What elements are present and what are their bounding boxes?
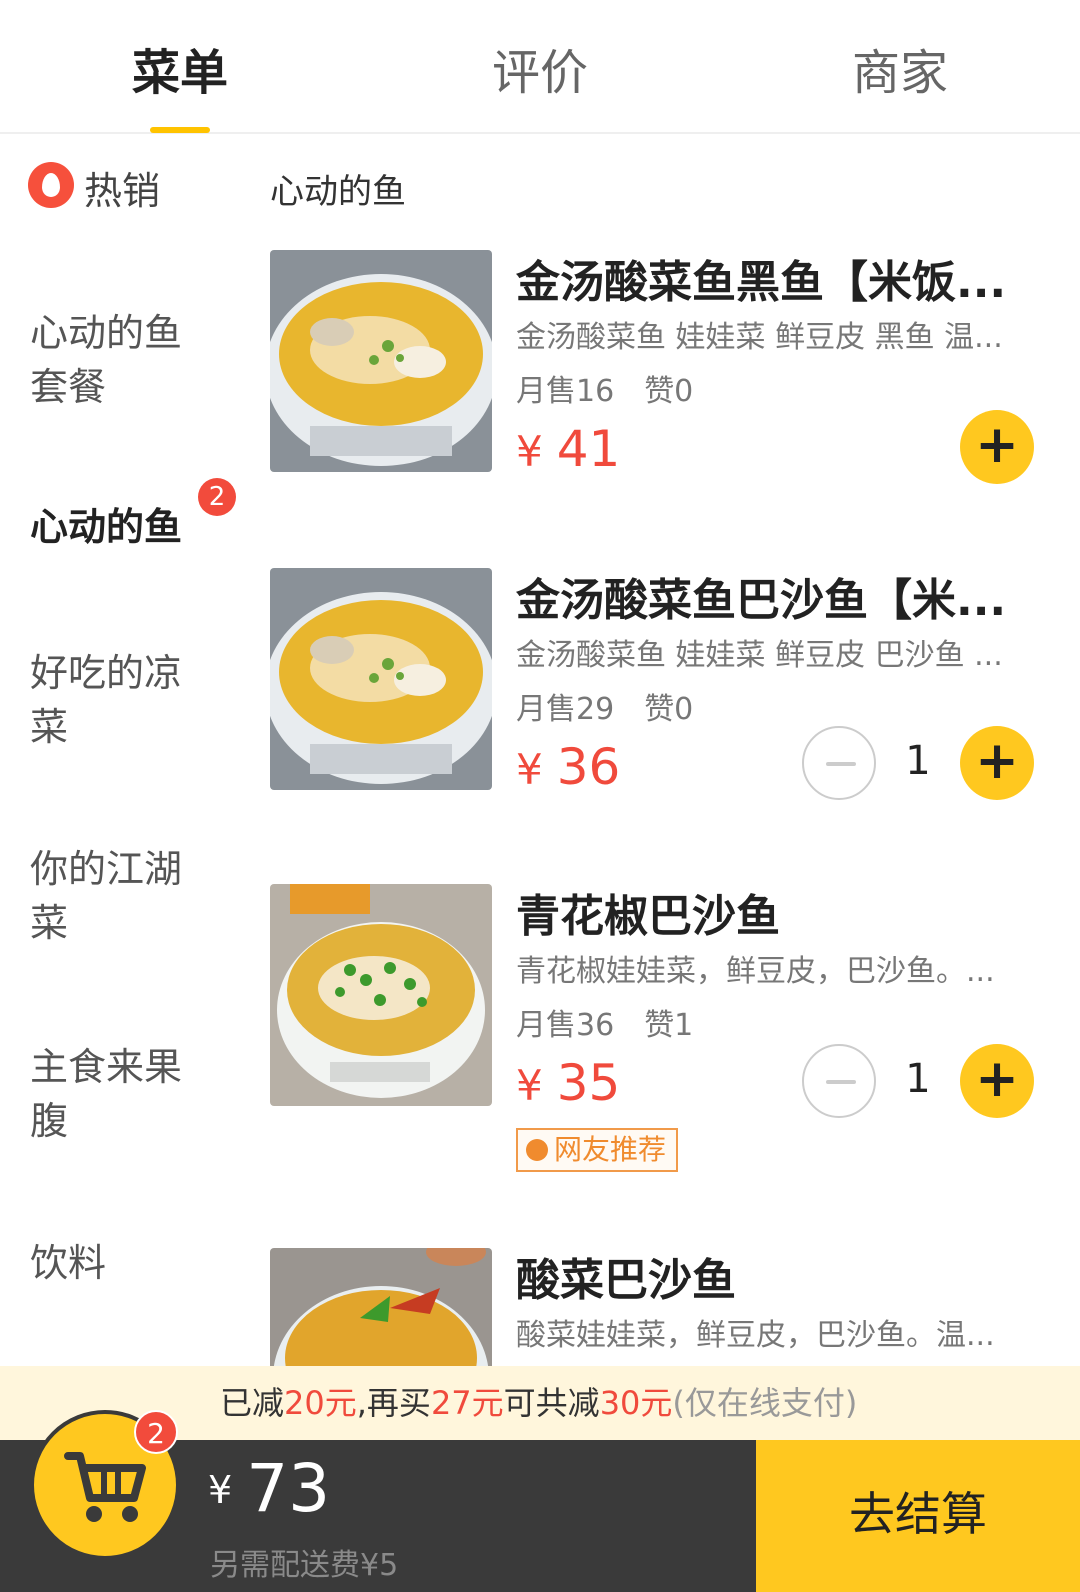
menu-item[interactable]: 金汤酸菜鱼巴沙鱼【米... 金汤酸菜鱼 娃娃菜 鲜豆皮 巴沙鱼 ... 月售29… — [270, 568, 1070, 848]
sidebar-item-label-line: 饮料 — [30, 1241, 107, 1285]
quantity-value: 1 — [905, 1056, 931, 1102]
menu-item[interactable]: 金汤酸菜鱼黑鱼【米饭... 金汤酸菜鱼 娃娃菜 鲜豆皮 黑鱼 温... 月售16… — [270, 250, 1070, 530]
dish-description: 金汤酸菜鱼 娃娃菜 鲜豆皮 巴沙鱼 ... — [516, 638, 1003, 673]
cart-total-amount: 73 — [246, 1450, 331, 1527]
quantity-value: 1 — [905, 738, 931, 784]
recommend-icon — [526, 1139, 548, 1161]
cart-count-badge: 2 — [134, 1410, 178, 1454]
dish-name: 酸菜巴沙鱼 — [516, 1255, 736, 1306]
recommend-tag: 网友推荐 — [516, 1128, 679, 1172]
dish-image — [270, 250, 492, 472]
sidebar-item-label-line: 心动的鱼 — [30, 505, 183, 549]
sidebar-item-label-line: 你的江湖 — [30, 847, 183, 891]
discount-note: (仅在线支付) — [672, 1384, 858, 1422]
plus-icon: + — [975, 415, 1019, 475]
sidebar-item-fish-set[interactable]: 心动的鱼 套餐 — [30, 306, 220, 414]
currency-symbol: ¥ — [516, 745, 543, 794]
monthly-sales: 月售29 — [516, 692, 615, 727]
like-count: 赞0 — [644, 374, 694, 409]
dish-description: 金汤酸菜鱼 娃娃菜 鲜豆皮 黑鱼 温... — [516, 320, 1003, 355]
menu-item[interactable]: 青花椒巴沙鱼 青花椒娃娃菜，鲜豆皮，巴沙鱼。... 月售36 赞1 ¥35 1 +… — [270, 884, 1070, 1172]
dish-stats: 月售16 赞0 — [516, 366, 693, 410]
add-to-cart-button[interactable]: + — [960, 410, 1034, 484]
menu-list: 心动的鱼 金汤酸菜鱼黑鱼【米饭... 金汤酸菜鱼 娃娃菜 鲜豆皮 黑鱼 温...… — [240, 134, 1080, 1366]
discount-amount: 20元 — [284, 1384, 357, 1422]
decrease-quantity-button[interactable] — [802, 1044, 876, 1118]
recommend-tag-label: 网友推荐 — [554, 1133, 667, 1166]
fire-icon — [28, 162, 74, 208]
cart-icon — [64, 1452, 146, 1522]
discount-text-part: 已减 — [220, 1384, 285, 1422]
monthly-sales: 月售36 — [516, 1008, 615, 1043]
discount-amount: 30元 — [599, 1384, 673, 1422]
dish-price: ¥41 — [516, 420, 620, 478]
sidebar-item-label-line: 套餐 — [30, 365, 107, 409]
checkout-button[interactable]: 去结算 — [756, 1440, 1080, 1592]
dish-stats: 月售36 赞1 — [516, 1000, 693, 1044]
delivery-fee-note: 另需配送费¥5 — [210, 1548, 399, 1583]
active-tab-indicator — [150, 127, 210, 133]
monthly-sales: 月售16 — [516, 374, 615, 409]
sidebar-item-label: 热销 — [84, 169, 161, 213]
tab-menu[interactable]: 菜单 — [60, 0, 300, 134]
sidebar-item-label-line: 腹 — [30, 1099, 69, 1143]
sidebar-item-fish[interactable]: 心动的鱼 — [30, 500, 220, 554]
dish-name: 青花椒巴沙鱼 — [516, 891, 780, 942]
dish-stats: 月售29 赞0 — [516, 684, 693, 728]
category-sidebar: 热销 心动的鱼 套餐 心动的鱼 2 好吃的凉 菜 你的江湖 菜 主食来果 腹 饮… — [0, 134, 240, 1366]
dish-name: 金汤酸菜鱼黑鱼【米饭... — [516, 257, 1007, 308]
sidebar-item-jianghu-dishes[interactable]: 你的江湖 菜 — [30, 842, 220, 950]
like-count: 赞1 — [644, 1008, 694, 1043]
price-value: 35 — [556, 1054, 621, 1112]
top-tabs: 菜单 评价 商家 — [0, 0, 1080, 134]
menu-item[interactable]: 酸菜巴沙鱼 酸菜娃娃菜，鲜豆皮，巴沙鱼。温... — [270, 1248, 1070, 1366]
cart-total: ¥73 — [208, 1450, 330, 1527]
sidebar-item-cold-dishes[interactable]: 好吃的凉 菜 — [30, 646, 220, 754]
dish-description: 青花椒娃娃菜，鲜豆皮，巴沙鱼。... — [516, 954, 995, 989]
discount-text-part: 可共减 — [503, 1384, 600, 1422]
currency-symbol: ¥ — [516, 427, 543, 476]
sidebar-item-label-line: 心动的鱼 — [30, 311, 183, 355]
sidebar-item-label-line: 菜 — [30, 901, 69, 945]
sidebar-count-badge: 2 — [198, 478, 236, 516]
dish-description: 酸菜娃娃菜，鲜豆皮，巴沙鱼。温... — [516, 1318, 995, 1353]
sidebar-item-label-line: 菜 — [30, 705, 69, 749]
decrease-quantity-button[interactable] — [802, 726, 876, 800]
currency-symbol: ¥ — [516, 1061, 543, 1110]
price-value: 36 — [556, 738, 621, 796]
sidebar-item-label-line: 好吃的凉 — [30, 651, 183, 695]
section-title: 心动的鱼 — [270, 172, 406, 212]
dish-price: ¥35 — [516, 1054, 620, 1112]
like-count: 赞0 — [644, 692, 694, 727]
dish-image — [270, 1248, 492, 1366]
dish-price: ¥36 — [516, 738, 620, 796]
add-to-cart-button[interactable]: + — [960, 1044, 1034, 1118]
currency-symbol: ¥ — [208, 1468, 233, 1512]
plus-icon: + — [975, 1049, 1019, 1109]
sidebar-item-drinks[interactable]: 饮料 — [30, 1236, 220, 1290]
tab-reviews[interactable]: 评价 — [420, 0, 660, 134]
dish-image — [270, 884, 492, 1106]
price-value: 41 — [556, 420, 621, 478]
plus-icon: + — [975, 731, 1019, 791]
sidebar-item-label-line: 主食来果 — [30, 1045, 183, 1089]
sidebar-item-staple-food[interactable]: 主食来果 腹 — [30, 1040, 220, 1148]
dish-image — [270, 568, 492, 790]
add-to-cart-button[interactable]: + — [960, 726, 1034, 800]
discount-text: 已减20元,再买27元可共减30元(仅在线支付) — [220, 1366, 857, 1440]
dish-name: 金汤酸菜鱼巴沙鱼【米... — [516, 575, 1007, 626]
tab-merchant[interactable]: 商家 — [780, 0, 1020, 134]
discount-amount: 27元 — [430, 1384, 504, 1422]
discount-text-part: ,再买 — [356, 1384, 431, 1422]
